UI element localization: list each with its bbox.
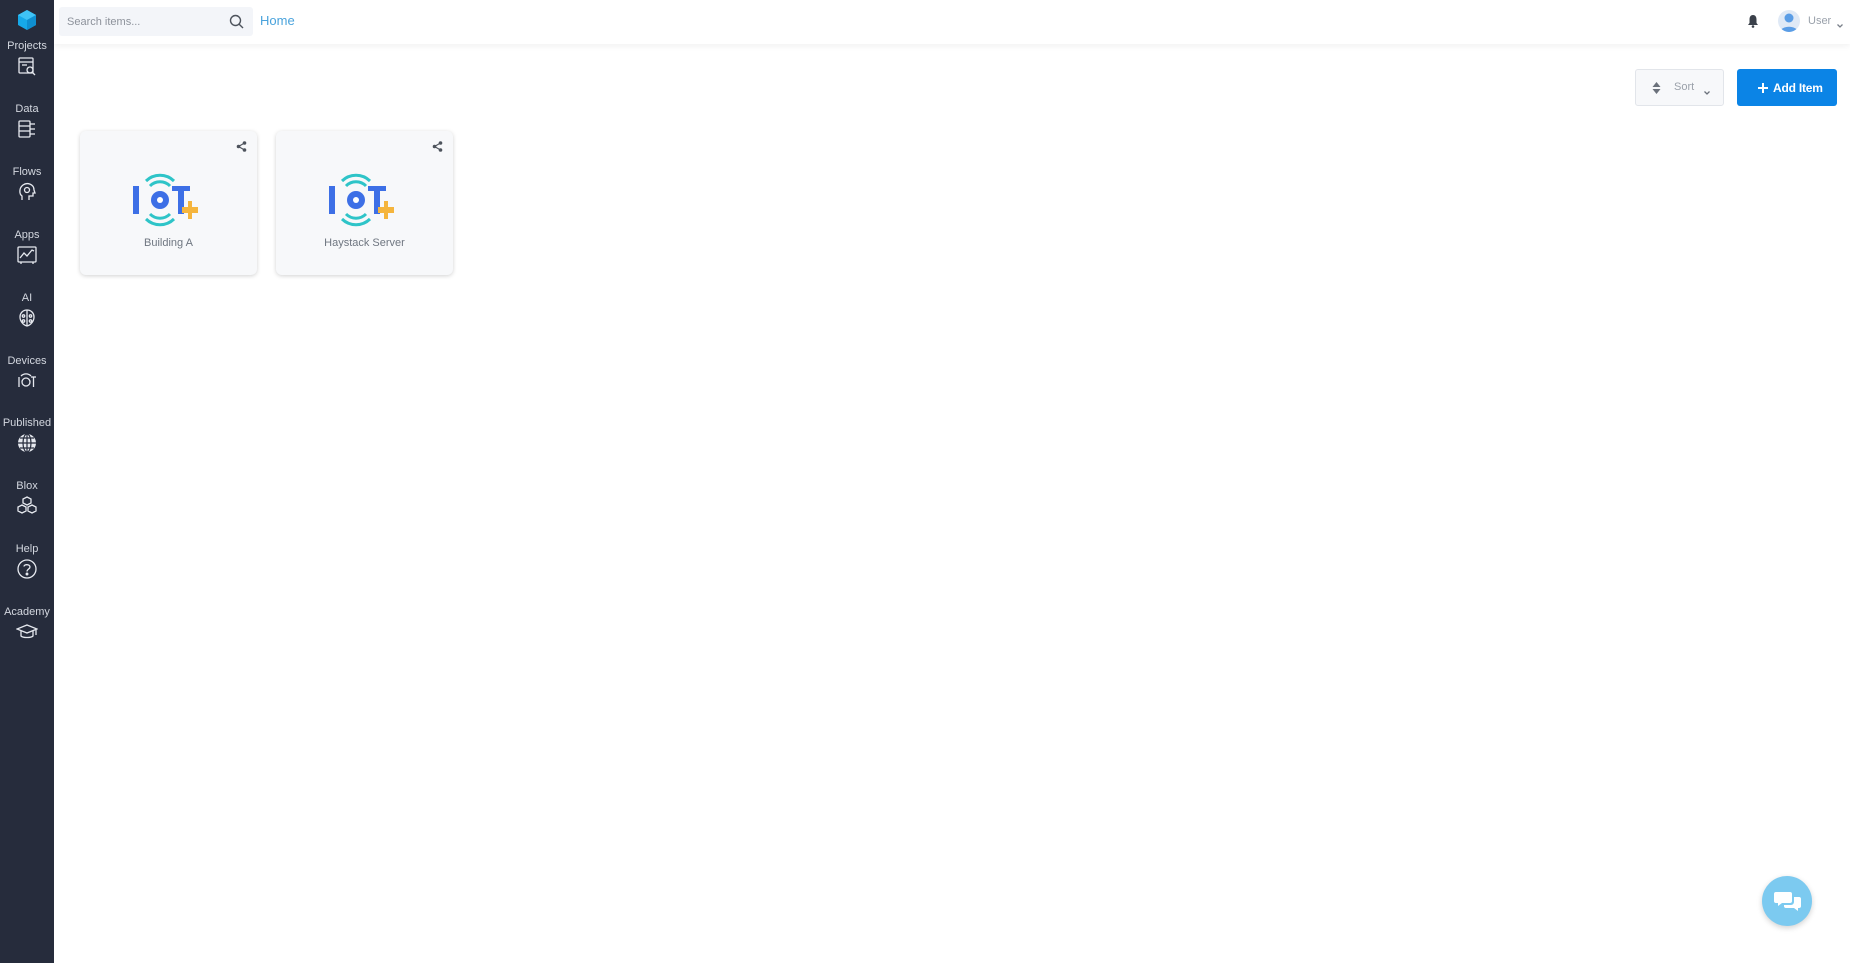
sidebar-item-published[interactable]: Published xyxy=(0,416,54,466)
globe-icon xyxy=(16,432,38,454)
sidebar-item-label: Devices xyxy=(7,355,47,367)
sidebar-item-label: AI xyxy=(21,292,33,304)
sidebar-item-label: Academy xyxy=(4,606,50,618)
help-icon xyxy=(16,558,38,580)
sidebar-item-label: Data xyxy=(15,103,39,115)
sidebar-item-data[interactable]: Data xyxy=(0,102,54,152)
share-icon[interactable] xyxy=(432,139,443,152)
chat-button[interactable] xyxy=(1762,876,1812,926)
item-card-label: Building A xyxy=(144,237,193,249)
sidebar-item-help[interactable]: Help xyxy=(0,542,54,592)
projects-icon xyxy=(16,55,38,77)
sidebar-item-label: Flows xyxy=(12,166,42,178)
bell-icon[interactable] xyxy=(1747,14,1759,28)
item-card[interactable]: Building A xyxy=(80,131,257,275)
add-item-button[interactable]: Add Item xyxy=(1737,69,1837,106)
ai-brain-icon xyxy=(16,307,38,329)
iot-device-icon xyxy=(132,173,202,227)
sort-label: Sort xyxy=(1674,81,1695,93)
sidebar-item-projects[interactable]: Projects xyxy=(0,39,54,89)
sidebar-item-ai[interactable]: AI xyxy=(0,291,54,341)
sidebar-item-academy[interactable]: Academy xyxy=(0,605,54,655)
sort-button[interactable]: Sort xyxy=(1635,69,1724,106)
sidebar-item-label: Blox xyxy=(16,480,38,492)
sidebar-item-label: Published xyxy=(2,417,52,429)
sidebar-item-label: Projects xyxy=(7,40,47,52)
sidebar-item-label: Help xyxy=(15,543,39,555)
search-icon[interactable] xyxy=(229,14,244,29)
search-box xyxy=(59,7,253,36)
item-card-label: Haystack Server xyxy=(324,237,405,249)
sidebar-item-devices[interactable]: Devices xyxy=(0,354,54,404)
flows-head-icon xyxy=(16,181,38,203)
chevron-down-icon xyxy=(1703,84,1711,95)
sidebar-item-blox[interactable]: Blox xyxy=(0,479,54,529)
top-bar: Home User xyxy=(54,0,1850,44)
avatar[interactable] xyxy=(1778,10,1800,32)
plus-icon xyxy=(1757,81,1769,93)
sidebar-item-apps[interactable]: Apps xyxy=(0,228,54,278)
chat-bubbles-icon xyxy=(1774,889,1801,913)
sidebar-item-label: Apps xyxy=(14,229,40,241)
cube-logo-icon[interactable] xyxy=(17,9,37,31)
add-item-label: Add Item xyxy=(1773,81,1823,95)
iot-device-icon xyxy=(328,173,398,227)
user-menu-label[interactable]: User xyxy=(1808,15,1831,27)
breadcrumb-home[interactable]: Home xyxy=(260,13,295,28)
graduation-cap-icon xyxy=(16,621,38,643)
sidebar-item-flows[interactable]: Flows xyxy=(0,165,54,215)
blox-cubes-icon xyxy=(16,495,38,517)
apps-chart-icon xyxy=(16,244,38,266)
sort-updown-icon xyxy=(1652,81,1661,95)
sidebar: Projects Data Flows Apps AI Devices Publ… xyxy=(0,0,54,963)
data-icon xyxy=(16,118,38,140)
item-card[interactable]: Haystack Server xyxy=(276,131,453,275)
share-icon[interactable] xyxy=(236,139,247,152)
search-input[interactable] xyxy=(67,7,217,36)
iot-icon xyxy=(16,370,38,392)
chevron-down-icon[interactable] xyxy=(1836,17,1844,28)
